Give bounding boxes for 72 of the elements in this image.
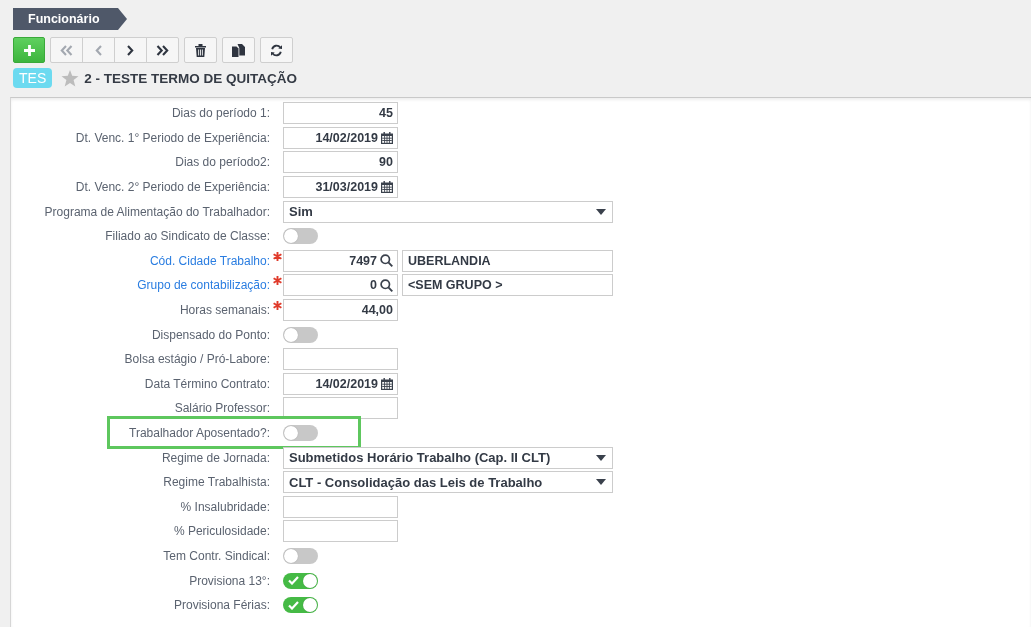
search-icon[interactable] xyxy=(380,254,393,268)
field-label: Programa de Alimentação do Trabalhador: xyxy=(44,204,271,219)
field-label: Data Término Contrato: xyxy=(144,376,271,391)
number-field[interactable]: 45 xyxy=(283,102,398,125)
toggle-switch[interactable] xyxy=(283,548,318,564)
last-record-button[interactable] xyxy=(146,37,179,63)
copy-button[interactable] xyxy=(222,37,255,63)
field-label: Provisiona 13°: xyxy=(189,573,271,588)
search-icon[interactable] xyxy=(380,278,393,292)
caret-icon xyxy=(596,454,606,461)
calendar-icon[interactable] xyxy=(381,377,393,390)
field-label: Provisiona Férias: xyxy=(173,598,271,613)
field-label: Dias do período 1: xyxy=(171,106,271,121)
text-field[interactable] xyxy=(283,348,398,371)
date-field[interactable]: 14/02/2019 xyxy=(283,372,398,395)
calendar-icon[interactable] xyxy=(381,181,393,194)
field-label: Regime Trabalhista: xyxy=(163,475,271,490)
field-label: Regime de Jornada: xyxy=(161,450,271,465)
documents-icon xyxy=(232,43,245,57)
number-field[interactable]: 90 xyxy=(283,151,398,174)
number-field[interactable]: 44,00 xyxy=(283,299,398,322)
refresh-button[interactable] xyxy=(260,37,293,63)
text-field[interactable] xyxy=(283,495,398,518)
toggle-switch[interactable] xyxy=(283,326,318,343)
double-chevron-right-icon xyxy=(156,44,169,56)
star-icon[interactable] xyxy=(61,69,80,87)
next-button[interactable] xyxy=(114,37,147,63)
date-field[interactable]: 14/02/2019 xyxy=(283,126,398,149)
description-field[interactable]: UBERLANDIA xyxy=(402,249,613,272)
caret-icon xyxy=(596,479,606,486)
dropdown-field[interactable]: Submetidos Horário Trabalho (Cap. II CLT) xyxy=(283,446,613,469)
text-field[interactable] xyxy=(283,397,398,420)
refresh-icon xyxy=(270,43,283,57)
caret-icon xyxy=(596,208,606,215)
calendar-icon[interactable] xyxy=(381,131,393,144)
field-label: Trabalhador Aposentado?: xyxy=(129,426,271,440)
field-link[interactable]: Cód. Cidade Trabalho: xyxy=(149,253,271,268)
chevron-right-icon xyxy=(127,44,134,56)
date-field[interactable]: 31/03/2019 xyxy=(283,176,398,199)
field-label: Dt. Venc. 2° Periodo de Experiência: xyxy=(75,180,271,195)
code-badge: TES xyxy=(13,68,53,88)
toggle-switch[interactable] xyxy=(283,228,318,245)
text-field[interactable] xyxy=(283,520,398,543)
toggle-switch[interactable] xyxy=(283,597,318,614)
double-chevron-left-icon xyxy=(60,44,73,56)
field-label: Dias do período2: xyxy=(175,155,271,170)
toggle-switch[interactable] xyxy=(283,425,318,441)
field-label: Dispensado do Ponto: xyxy=(151,327,271,342)
code-lookup-field[interactable]: 0 xyxy=(283,274,398,297)
field-label: % Periculosidade: xyxy=(173,524,271,539)
trash-icon xyxy=(195,43,206,57)
delete-button[interactable] xyxy=(184,37,217,63)
toggle-switch[interactable] xyxy=(283,572,318,589)
check-icon xyxy=(288,600,299,610)
field-label: Bolsa estágio / Pró-Labore: xyxy=(124,352,271,367)
record-title: 2 - TESTE TERMO DE QUITAÇÃO xyxy=(84,70,297,86)
add-button[interactable] xyxy=(13,37,45,63)
chevron-left-icon xyxy=(95,44,102,56)
plus-icon xyxy=(22,43,36,57)
field-label: % Insalubridade: xyxy=(180,499,271,514)
check-icon xyxy=(288,576,299,586)
field-label: Tem Contr. Sindical: xyxy=(163,549,271,563)
description-field[interactable]: <SEM GRUPO > xyxy=(402,274,613,297)
field-label: Salário Professor: xyxy=(174,401,271,416)
page-title-tab[interactable]: Funcionário xyxy=(13,8,127,30)
field-label: Dt. Venc. 1° Periodo de Experiência: xyxy=(75,130,271,145)
dropdown-field[interactable]: Sim xyxy=(283,200,613,223)
field-link[interactable]: Grupo de contabilização: xyxy=(137,278,271,293)
field-label: Horas semanais: xyxy=(179,303,271,318)
field-label: Filiado ao Sindicato de Classe: xyxy=(105,229,271,244)
code-lookup-field[interactable]: 7497 xyxy=(283,249,398,272)
dropdown-field[interactable]: CLT - Consolidação das Leis de Trabalho xyxy=(283,471,613,494)
